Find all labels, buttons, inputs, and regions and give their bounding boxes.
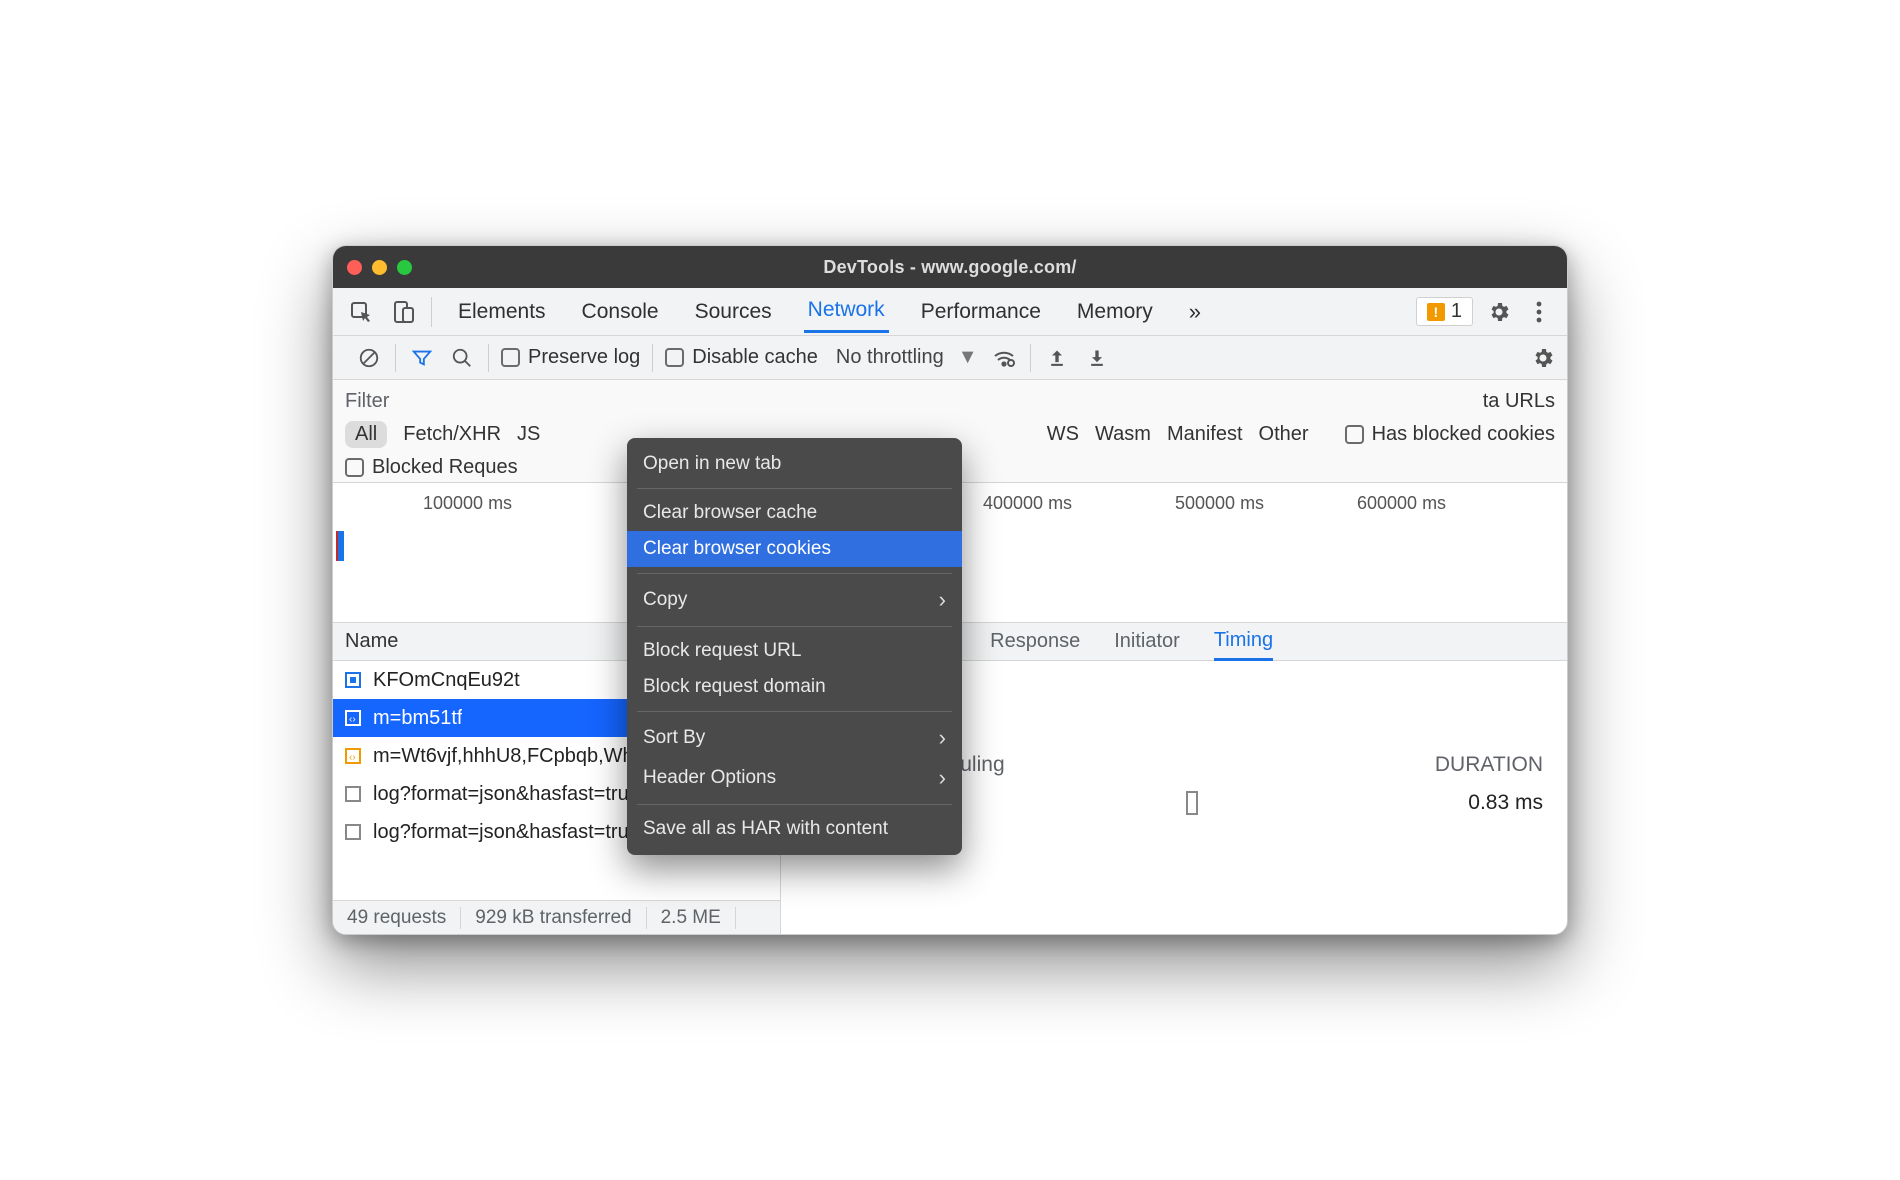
throttling-select[interactable]: No throttling ▼ — [836, 346, 978, 369]
ctx-open-new-tab[interactable]: Open in new tab — [627, 446, 962, 482]
timeline-tick: 400000 ms — [983, 493, 1072, 514]
upload-har-icon[interactable] — [1043, 344, 1071, 372]
disable-cache-label: Disable cache — [692, 346, 818, 369]
issues-badge[interactable]: ! 1 — [1416, 297, 1473, 326]
network-settings-gear-icon[interactable] — [1529, 344, 1557, 372]
tab-memory[interactable]: Memory — [1073, 292, 1157, 332]
ctx-clear-cache[interactable]: Clear browser cache — [627, 495, 962, 531]
data-urls-label: ta URLs — [1483, 390, 1555, 413]
network-conditions-icon[interactable] — [990, 344, 1018, 372]
request-name: m=bm51tf — [373, 707, 462, 730]
ctx-copy-submenu[interactable]: Copy — [627, 580, 962, 620]
queueing-duration: 0.83 ms — [1468, 791, 1543, 815]
detail-tab-timing[interactable]: Timing — [1214, 629, 1273, 661]
has-blocked-cookies-checkbox[interactable]: Has blocked cookies — [1345, 423, 1555, 446]
file-icon-orange: ‹› — [343, 746, 363, 766]
svg-text:‹›: ‹› — [349, 714, 356, 725]
throttling-value: No throttling — [836, 346, 944, 369]
ctx-block-domain[interactable]: Block request domain — [627, 669, 962, 705]
settings-gear-icon[interactable] — [1485, 298, 1513, 326]
type-filter-manifest[interactable]: Manifest — [1167, 423, 1243, 446]
file-icon-blue: ‹› — [343, 708, 363, 728]
blocked-requests-label: Blocked Reques — [372, 456, 518, 479]
chevron-down-icon: ▼ — [958, 346, 978, 369]
clear-log-icon[interactable] — [355, 344, 383, 372]
has-blocked-cookies-label: Has blocked cookies — [1372, 423, 1555, 446]
ctx-header-options-submenu[interactable]: Header Options — [627, 758, 962, 798]
timeline-activity-marker — [336, 531, 344, 561]
file-icon-blue — [343, 670, 363, 690]
disable-cache-checkbox[interactable]: Disable cache — [665, 346, 818, 369]
context-menu: Open in new tab Clear browser cache Clea… — [627, 438, 962, 855]
warning-icon: ! — [1427, 303, 1445, 321]
timeline-tick: 600000 ms — [1357, 493, 1446, 514]
tab-sources[interactable]: Sources — [691, 292, 776, 332]
blocked-requests-checkbox[interactable]: Blocked Reques — [345, 456, 518, 479]
window-titlebar: DevTools - www.google.com/ — [333, 246, 1567, 288]
window-title: DevTools - www.google.com/ — [333, 257, 1567, 278]
ctx-sort-by-submenu[interactable]: Sort By — [627, 718, 962, 758]
status-requests: 49 requests — [333, 907, 461, 929]
network-toolbar: Preserve log Disable cache No throttling… — [333, 336, 1567, 380]
chevron-right-icon — [939, 765, 946, 791]
devtools-window: DevTools - www.google.com/ Elements Cons… — [332, 245, 1568, 935]
tab-performance[interactable]: Performance — [917, 292, 1045, 332]
file-icon-gray — [343, 822, 363, 842]
file-icon-gray — [343, 784, 363, 804]
chevron-right-icon — [939, 587, 946, 613]
tab-console[interactable]: Console — [578, 292, 663, 332]
timeline-tick: 100000 ms — [423, 493, 512, 514]
type-filter-all[interactable]: All — [345, 421, 387, 448]
preserve-log-label: Preserve log — [528, 346, 640, 369]
preserve-log-checkbox[interactable]: Preserve log — [501, 346, 640, 369]
search-icon[interactable] — [448, 344, 476, 372]
detail-tab-initiator[interactable]: Initiator — [1114, 630, 1180, 653]
more-tabs-icon[interactable]: » — [1185, 291, 1205, 333]
tab-network[interactable]: Network — [804, 290, 889, 333]
duration-label: DURATION — [1435, 753, 1543, 777]
type-filter-js[interactable]: JS — [517, 423, 540, 446]
filter-funnel-icon[interactable] — [408, 344, 436, 372]
type-filter-ws[interactable]: WS — [1047, 423, 1079, 446]
request-name: KFOmCnqEu92t — [373, 669, 520, 692]
issues-count: 1 — [1451, 300, 1462, 323]
inspect-element-icon[interactable] — [347, 298, 375, 326]
status-transferred: 929 kB transferred — [461, 907, 646, 929]
kebab-menu-icon[interactable] — [1525, 298, 1553, 326]
ctx-clear-cookies[interactable]: Clear browser cookies — [627, 531, 962, 567]
timeline-tick: 500000 ms — [1175, 493, 1264, 514]
svg-text:‹›: ‹› — [349, 752, 356, 763]
queueing-bar-icon — [1186, 791, 1198, 815]
tab-elements[interactable]: Elements — [454, 292, 550, 332]
filter-input[interactable]: Filter — [345, 390, 389, 413]
type-filter-wasm[interactable]: Wasm — [1095, 423, 1151, 446]
type-filter-fetchxhr[interactable]: Fetch/XHR — [403, 423, 501, 446]
type-filter-other[interactable]: Other — [1259, 423, 1309, 446]
network-status-bar: 49 requests 929 kB transferred 2.5 ME — [333, 900, 780, 934]
ctx-save-har[interactable]: Save all as HAR with content — [627, 811, 962, 847]
chevron-right-icon — [939, 725, 946, 751]
status-resources: 2.5 ME — [647, 907, 736, 929]
download-har-icon[interactable] — [1083, 344, 1111, 372]
device-toolbar-icon[interactable] — [389, 298, 417, 326]
request-name: m=Wt6vjf,hhhU8,FCpbqb,WhJNk — [373, 745, 668, 768]
devtools-tabstrip: Elements Console Sources Network Perform… — [333, 288, 1567, 336]
ctx-block-url[interactable]: Block request URL — [627, 633, 962, 669]
detail-tab-response[interactable]: Response — [990, 630, 1080, 653]
